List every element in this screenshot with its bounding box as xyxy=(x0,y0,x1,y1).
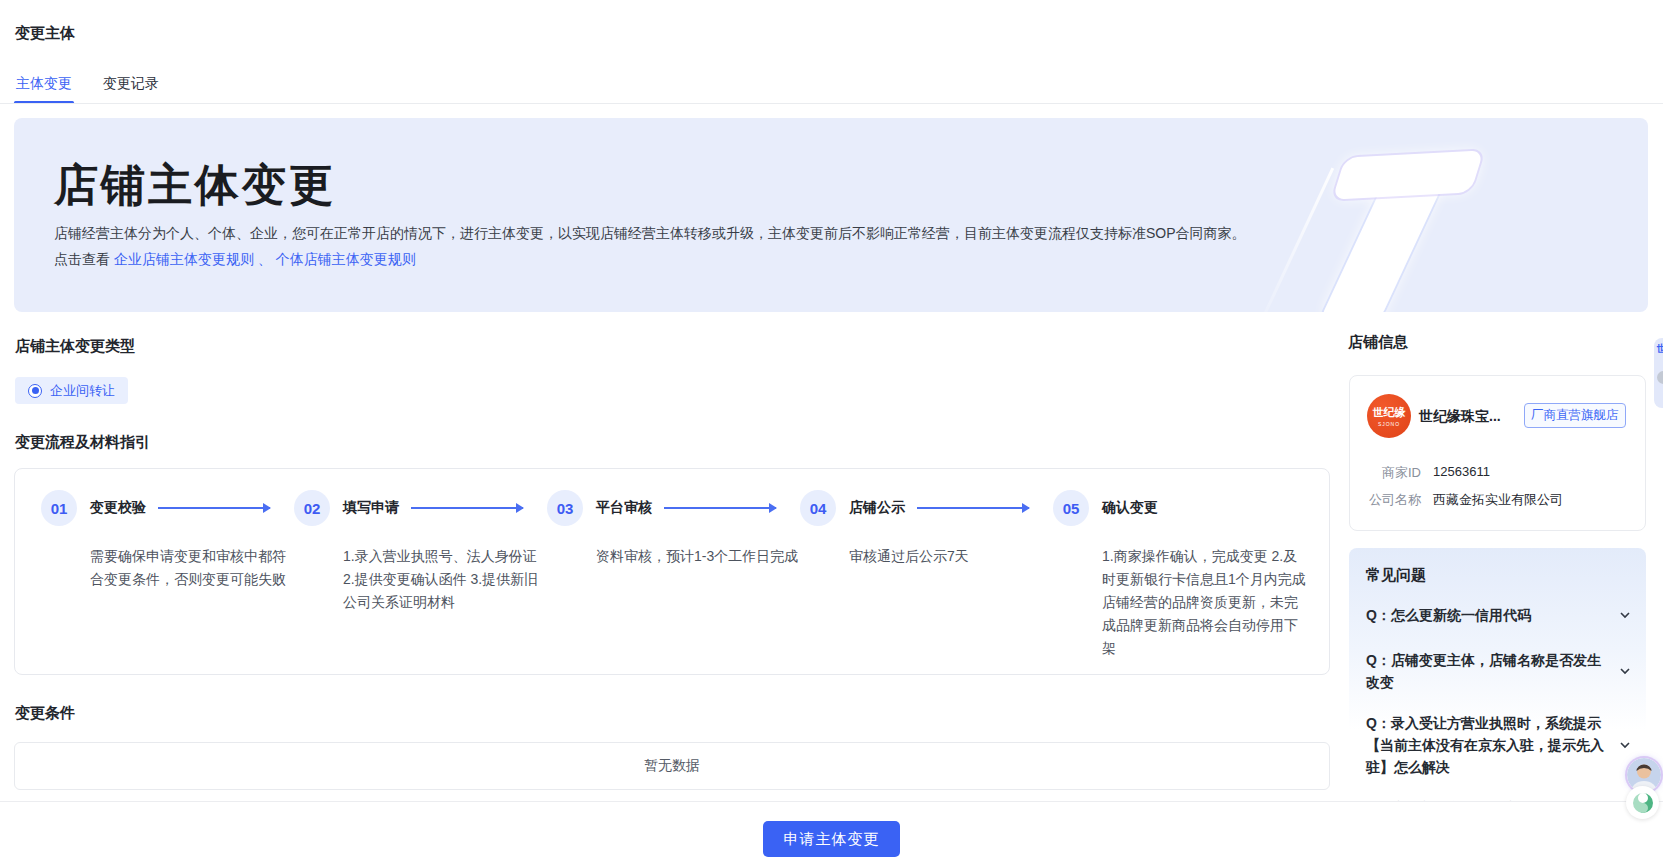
arrow-right-icon xyxy=(664,507,776,509)
tab-subject-change[interactable]: 主体变更 xyxy=(16,75,72,93)
banner-decor-shape-bar xyxy=(1332,150,1483,199)
banner-link-prefix: 点击查看 xyxy=(54,251,114,267)
process-step-2: 02 填写申请 1.录入营业执照号、法人身份证 2.提供变更确认函件 3.提供新… xyxy=(294,490,547,674)
step-title: 店铺公示 xyxy=(849,499,905,517)
page-title: 变更主体 xyxy=(15,24,75,43)
banner-links: 点击查看 企业店铺主体变更规则 、 个体店铺主体变更规则 xyxy=(54,251,416,269)
step-description: 需要确保申请变更和审核中都符合变更条件，否则变更可能失败 xyxy=(90,545,298,591)
shop-info-heading: 店铺信息 xyxy=(1348,333,1408,352)
arrow-right-icon xyxy=(917,507,1029,509)
shop-type-badge: 厂商直营旗舰店 xyxy=(1524,403,1626,428)
faq-item-3[interactable]: Q：录入受让方营业执照时，系统提示【当前主体没有在京东入驻，提示先入驻】怎么解决 xyxy=(1366,712,1632,778)
step-number-badge: 02 xyxy=(294,490,330,526)
docked-side-widget[interactable]: 世 xyxy=(1654,338,1663,408)
tab-bar: 主体变更 变更记录 xyxy=(16,75,159,93)
process-step-3: 03 平台审核 资料审核，预计1-3个工作日完成 xyxy=(547,490,800,674)
chevron-down-icon[interactable] xyxy=(1618,608,1632,622)
field-label: 商家ID xyxy=(1367,464,1421,482)
dock-widget-label: 世 xyxy=(1657,342,1663,356)
service-swirl-icon[interactable] xyxy=(1626,786,1659,819)
shop-logo-text: 世纪缘 xyxy=(1373,405,1406,420)
chevron-down-icon[interactable] xyxy=(1618,738,1632,752)
arrow-right-icon xyxy=(411,507,523,509)
individual-rule-link[interactable]: 个体店铺主体变更规则 xyxy=(276,251,416,267)
radio-selected-icon xyxy=(28,384,42,398)
type-section-heading: 店铺主体变更类型 xyxy=(15,337,135,356)
hero-banner: 店铺主体变更 店铺经营主体分为个人、个体、企业，您可在正常开店的情况下，进行主体… xyxy=(14,118,1648,312)
step-number-badge: 05 xyxy=(1053,490,1089,526)
banner-decor-slash xyxy=(1259,167,1334,312)
faq-question: Q：录入受让方营业执照时，系统提示【当前主体没有在京东入驻，提示先入驻】怎么解决 xyxy=(1366,712,1606,778)
step-title: 确认变更 xyxy=(1102,499,1158,517)
faq-question: Q：店铺变更主体，店铺名称是否发生改变 xyxy=(1366,649,1606,693)
page: 变更主体 主体变更 变更记录 店铺主体变更 店铺经营主体分为个人、个体、企业，您… xyxy=(0,0,1663,864)
step-description: 1.录入营业执照号、法人身份证 2.提供变更确认函件 3.提供新旧公司关系证明材… xyxy=(343,545,539,614)
process-step-4: 04 店铺公示 审核通过后公示7天 xyxy=(800,490,1053,674)
banner-title: 店铺主体变更 xyxy=(54,160,336,210)
process-step-5: 05 确认变更 1.商家操作确认，完成变更 2.及时更新银行卡信息且1个月内完成… xyxy=(1053,490,1333,674)
faq-card: 常见问题 Q：怎么更新统一信用代码 Q：店铺变更主体，店铺名称是否发生改变 Q：… xyxy=(1349,548,1646,801)
tabs-divider xyxy=(0,103,1663,104)
field-label: 公司名称 xyxy=(1367,491,1421,509)
step-description: 审核通过后公示7天 xyxy=(849,545,1049,568)
conditions-empty-state: 暂无数据 xyxy=(14,742,1330,790)
step-title: 变更校验 xyxy=(90,499,146,517)
field-value: 12563611 xyxy=(1433,464,1490,482)
chevron-down-icon[interactable] xyxy=(1618,664,1632,678)
step-title: 填写申请 xyxy=(343,499,399,517)
faq-question: Q：怎么更新统一信用代码 xyxy=(1366,604,1606,626)
transfer-type-radio[interactable]: 企业间转让 xyxy=(15,377,128,404)
company-name-row: 公司名称 西藏金拓实业有限公司 xyxy=(1367,491,1563,509)
link-separator: 、 xyxy=(254,251,276,267)
tab-change-records[interactable]: 变更记录 xyxy=(103,75,159,93)
step-number-badge: 04 xyxy=(800,490,836,526)
shop-name: 世纪缘珠宝... xyxy=(1419,408,1501,426)
shop-logo-subtext: SJONO xyxy=(1378,421,1400,427)
faq-item-1[interactable]: Q：怎么更新统一信用代码 xyxy=(1366,604,1632,626)
radio-label: 企业间转让 xyxy=(50,382,115,400)
dock-widget-avatar xyxy=(1657,371,1663,384)
enterprise-rule-link[interactable]: 企业店铺主体变更规则 xyxy=(114,251,254,267)
conditions-section-heading: 变更条件 xyxy=(15,704,75,723)
process-step-1: 01 变更校验 需要确保申请变更和审核中都符合变更条件，否则变更可能失败 xyxy=(41,490,294,674)
process-guide-card: 01 变更校验 需要确保申请变更和审核中都符合变更条件，否则变更可能失败 02 … xyxy=(14,468,1330,675)
process-section-heading: 变更流程及材料指引 xyxy=(15,433,150,452)
footer-bar: 申请主体变更 xyxy=(0,801,1663,864)
step-title: 平台审核 xyxy=(596,499,652,517)
merchant-id-row: 商家ID 12563611 xyxy=(1367,464,1490,482)
shop-info-card: 世纪缘 SJONO 世纪缘珠宝... 厂商直营旗舰店 商家ID 12563611… xyxy=(1349,375,1646,531)
step-number-badge: 01 xyxy=(41,490,77,526)
faq-item-2[interactable]: Q：店铺变更主体，店铺名称是否发生改变 xyxy=(1366,649,1632,693)
banner-decor-shape-leg xyxy=(1322,190,1441,312)
step-description: 资料审核，预计1-3个工作日完成 xyxy=(596,545,826,568)
step-description: 1.商家操作确认，完成变更 2.及时更新银行卡信息且1个月内完成店铺经营的品牌资… xyxy=(1102,545,1308,660)
faq-heading: 常见问题 xyxy=(1366,566,1426,585)
step-number-badge: 03 xyxy=(547,490,583,526)
shop-logo: 世纪缘 SJONO xyxy=(1367,394,1411,438)
arrow-right-icon xyxy=(158,507,270,509)
field-value: 西藏金拓实业有限公司 xyxy=(1433,491,1563,509)
apply-change-button[interactable]: 申请主体变更 xyxy=(763,821,900,857)
banner-description: 店铺经营主体分为个人、个体、企业，您可在正常开店的情况下，进行主体变更，以实现店… xyxy=(54,225,1246,243)
